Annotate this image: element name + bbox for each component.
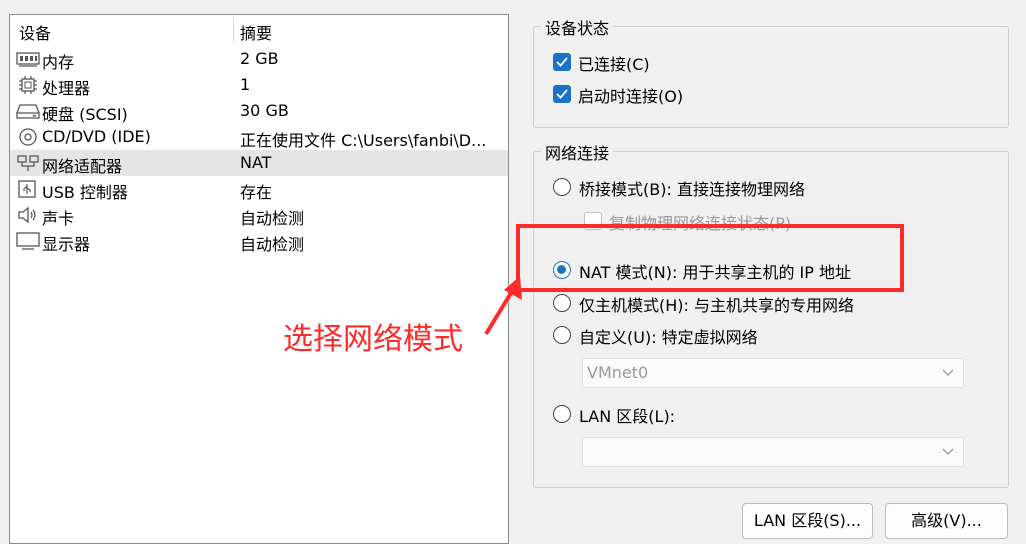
cd-dvd-icon <box>19 128 37 146</box>
device-summary: 1 <box>240 75 251 94</box>
device-status-title: 设备状态 <box>541 15 614 39</box>
device-row-memory[interactable]: 内存 2 GB <box>10 46 508 72</box>
checkmark-icon <box>556 89 568 99</box>
device-name: CD/DVD (IDE) <box>42 127 151 146</box>
lan-segment-dropdown[interactable] <box>582 437 964 467</box>
device-row-sound[interactable]: 声卡 自动检测 <box>10 202 508 228</box>
bridged-mode-label[interactable]: 桥接模式(B): 直接连接物理网络 <box>579 176 805 200</box>
device-summary: 自动检测 <box>240 209 305 228</box>
device-name: 内存 <box>42 53 75 72</box>
vmnet-value: VMnet0 <box>587 363 649 382</box>
network-adapter-icon <box>17 155 39 171</box>
device-summary: NAT <box>240 153 272 172</box>
device-status-group: 设备状态 已连接(C) 启动时连接(O) <box>533 15 1009 128</box>
annotation-highlight-box <box>516 224 904 292</box>
connected-checkbox[interactable] <box>553 53 571 71</box>
device-summary: 正在使用文件 C:\Users\fanbi\D... <box>240 131 487 150</box>
device-name: 声卡 <box>42 209 75 228</box>
memory-icon <box>16 52 40 67</box>
device-row-network-adapter[interactable]: 网络适配器 NAT <box>10 150 508 176</box>
device-name: USB 控制器 <box>42 183 128 202</box>
device-summary: 存在 <box>240 183 273 202</box>
column-divider[interactable] <box>233 17 234 43</box>
custom-mode-label[interactable]: 自定义(U): 特定虚拟网络 <box>579 324 758 348</box>
host-only-mode-radio[interactable] <box>553 294 571 312</box>
checkmark-icon <box>556 57 568 67</box>
advanced-button[interactable]: 高级(V)... <box>885 503 1008 539</box>
hard-disk-icon <box>16 104 40 119</box>
device-summary: 自动检测 <box>240 235 305 254</box>
display-icon <box>16 232 40 250</box>
annotation-text: 选择网络模式 <box>283 322 463 357</box>
device-row-cd-dvd[interactable]: CD/DVD (IDE) 正在使用文件 C:\Users\fanbi\D... <box>10 124 508 150</box>
host-only-mode-label[interactable]: 仅主机模式(H): 与主机共享的专用网络 <box>579 292 854 316</box>
connect-at-power-on-label[interactable]: 启动时连接(O) <box>578 83 683 107</box>
chevron-down-icon <box>942 369 954 376</box>
device-summary: 30 GB <box>240 101 289 120</box>
vmnet-dropdown[interactable]: VMnet0 <box>582 358 964 388</box>
device-row-processor[interactable]: 处理器 1 <box>10 72 508 98</box>
annotation-arrow-icon <box>484 276 522 336</box>
usb-icon <box>18 180 36 198</box>
lan-segments-button[interactable]: LAN 区段(S)... <box>742 503 873 539</box>
network-connection-group: 网络连接 桥接模式(B): 直接连接物理网络 复制物理网络连接状态(P) NAT… <box>533 140 1009 488</box>
connected-label[interactable]: 已连接(C) <box>578 51 650 75</box>
bridged-mode-radio[interactable] <box>553 178 571 196</box>
lan-segment-mode-label[interactable]: LAN 区段(L): <box>579 403 675 427</box>
lan-segment-mode-radio[interactable] <box>553 405 571 423</box>
device-list: 设备 摘要 内存 2 GB 处理器 1 硬盘 (SCSI) 30 GB CD/D… <box>9 14 509 544</box>
device-row-hard-disk[interactable]: 硬盘 (SCSI) 30 GB <box>10 98 508 124</box>
column-header-device[interactable]: 设备 <box>19 20 51 44</box>
device-row-usb[interactable]: USB 控制器 存在 <box>10 176 508 202</box>
processor-icon <box>19 76 37 94</box>
device-name: 处理器 <box>42 79 91 98</box>
device-name: 显示器 <box>42 235 91 254</box>
device-name: 硬盘 (SCSI) <box>42 105 128 124</box>
chevron-down-icon <box>942 448 954 455</box>
column-header-summary[interactable]: 摘要 <box>240 20 272 44</box>
device-name: 网络适配器 <box>42 157 123 176</box>
sound-icon <box>18 206 36 224</box>
connect-at-power-on-checkbox[interactable] <box>553 85 571 103</box>
device-summary: 2 GB <box>240 49 279 68</box>
list-header: 设备 摘要 <box>10 15 508 45</box>
network-connection-title: 网络连接 <box>541 140 614 164</box>
device-row-display[interactable]: 显示器 自动检测 <box>10 228 508 254</box>
custom-mode-radio[interactable] <box>553 326 571 344</box>
